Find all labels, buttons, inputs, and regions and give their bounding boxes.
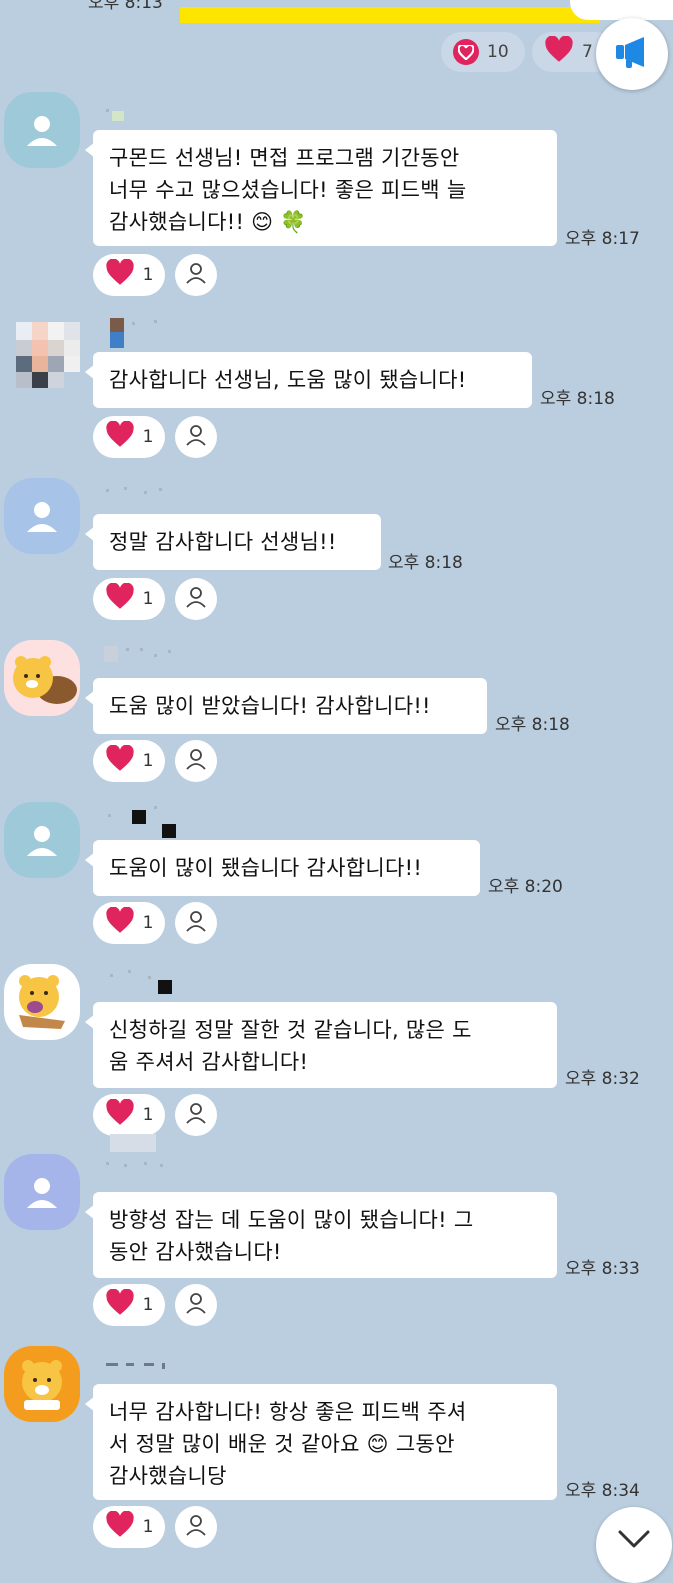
heart-icon <box>105 1510 135 1543</box>
lion-character-icon[interactable] <box>4 964 80 1040</box>
reaction-summary-heart-outline[interactable]: 10 <box>441 32 525 72</box>
sender-name-blurred <box>104 802 184 838</box>
message-bubble[interactable]: 도움이 많이 됐습니다 감사합니다!! <box>85 840 480 896</box>
like-reaction-button[interactable]: 1 <box>93 1284 165 1326</box>
person-icon <box>185 910 207 936</box>
like-count: 1 <box>142 1517 154 1537</box>
reaction-users-button[interactable] <box>175 740 217 782</box>
message-bubble[interactable]: 너무 감사합니다! 항상 좋은 피드백 주셔 서 정말 많이 배운 것 같아요 … <box>85 1384 557 1500</box>
sender-name-blurred <box>104 318 164 348</box>
person-icon <box>185 262 207 288</box>
person-icon <box>185 1292 207 1318</box>
person-icon <box>185 1102 207 1128</box>
like-count: 1 <box>142 427 154 447</box>
heart-outline-icon <box>453 39 479 65</box>
like-count: 1 <box>142 1105 154 1125</box>
message-time: 오후 8:18 <box>388 553 463 573</box>
message-bubble[interactable]: 정말 감사합니다 선생님!! <box>85 514 381 570</box>
heart-icon <box>105 1288 135 1321</box>
message-reactions: 1 <box>93 254 217 296</box>
reaction-users-button[interactable] <box>175 254 217 296</box>
heart-icon <box>105 582 135 615</box>
like-reaction-button[interactable]: 1 <box>93 740 165 782</box>
message-reactions: 1 <box>93 740 217 782</box>
heart-icon <box>105 744 135 777</box>
heart-icon <box>105 420 135 453</box>
default-profile-icon[interactable] <box>4 92 80 168</box>
reaction-count: 7 <box>582 42 593 62</box>
message-reactions: 1 <box>93 1284 217 1326</box>
message-time: 오후 8:33 <box>565 1259 640 1279</box>
message-reactions: 1 <box>93 416 217 458</box>
input-edge <box>570 0 673 20</box>
reaction-users-button[interactable] <box>175 1284 217 1326</box>
like-count: 1 <box>142 751 154 771</box>
default-profile-icon[interactable] <box>4 1154 80 1230</box>
reaction-users-button[interactable] <box>175 1506 217 1548</box>
person-icon <box>185 1514 207 1540</box>
heart-icon <box>544 35 574 68</box>
lion-character-icon[interactable] <box>4 1346 80 1422</box>
like-reaction-button[interactable]: 1 <box>93 1506 165 1548</box>
message-reactions: 1 <box>93 1094 217 1136</box>
like-reaction-button[interactable]: 1 <box>93 254 165 296</box>
message-time: 오후 8:18 <box>540 389 615 409</box>
like-reaction-button[interactable]: 1 <box>93 578 165 620</box>
lion-character-icon[interactable] <box>4 640 80 716</box>
like-count: 1 <box>142 265 154 285</box>
like-count: 1 <box>142 913 154 933</box>
person-icon <box>185 586 207 612</box>
reaction-users-button[interactable] <box>175 416 217 458</box>
sender-name-blurred <box>104 484 164 498</box>
megaphone-icon <box>614 35 650 73</box>
message-time: 오후 8:18 <box>495 715 570 735</box>
person-icon <box>185 748 207 774</box>
highlight-strip <box>180 7 600 23</box>
pixelated-photo-avatar[interactable] <box>4 318 80 394</box>
message-bubble[interactable]: 도움 많이 받았습니다! 감사합니다!! <box>85 678 487 734</box>
default-profile-icon[interactable] <box>4 802 80 878</box>
scroll-to-bottom-button[interactable] <box>596 1507 672 1583</box>
heart-icon <box>105 258 135 291</box>
heart-icon <box>105 1098 135 1131</box>
reaction-users-button[interactable] <box>175 1094 217 1136</box>
message-reactions: 1 <box>93 902 217 944</box>
message-reactions: 1 <box>93 578 217 620</box>
message-time: 오후 8:32 <box>565 1069 640 1089</box>
like-reaction-button[interactable]: 1 <box>93 416 165 458</box>
reaction-users-button[interactable] <box>175 902 217 944</box>
like-reaction-button[interactable]: 1 <box>93 1094 165 1136</box>
like-count: 1 <box>142 1295 154 1315</box>
message-reactions: 1 <box>93 1506 217 1548</box>
sender-name-blurred <box>104 106 144 121</box>
sender-name-blurred <box>104 1134 174 1167</box>
sender-name-blurred <box>104 1358 174 1372</box>
message-time: 오후 8:34 <box>565 1481 640 1501</box>
message-bubble[interactable]: 신청하길 정말 잘한 것 같습니다, 많은 도 움 주셔서 감사합니다! <box>85 1002 557 1088</box>
like-count: 1 <box>142 589 154 609</box>
message-time: 오후 8:20 <box>488 877 563 897</box>
default-profile-icon[interactable] <box>4 478 80 554</box>
heart-icon <box>105 906 135 939</box>
reaction-count: 10 <box>487 42 509 62</box>
sender-name-blurred <box>104 966 184 994</box>
partial-timestamp: 오후 8:13 <box>88 0 163 13</box>
message-bubble[interactable]: 구몬드 선생님! 면접 프로그램 기간동안 너무 수고 많으셨습니다! 좋은 피… <box>85 130 557 246</box>
chevron-down-icon <box>617 1529 651 1553</box>
sender-name-blurred <box>104 642 184 662</box>
person-icon <box>185 424 207 450</box>
message-time: 오후 8:17 <box>565 229 640 249</box>
message-bubble[interactable]: 방향성 잡는 데 도움이 많이 됐습니다! 그 동안 감사했습니다! <box>85 1192 557 1278</box>
reaction-users-button[interactable] <box>175 578 217 620</box>
message-bubble[interactable]: 감사합니다 선생님, 도움 많이 됐습니다! <box>85 352 532 408</box>
like-reaction-button[interactable]: 1 <box>93 902 165 944</box>
announcement-button[interactable] <box>596 18 668 90</box>
